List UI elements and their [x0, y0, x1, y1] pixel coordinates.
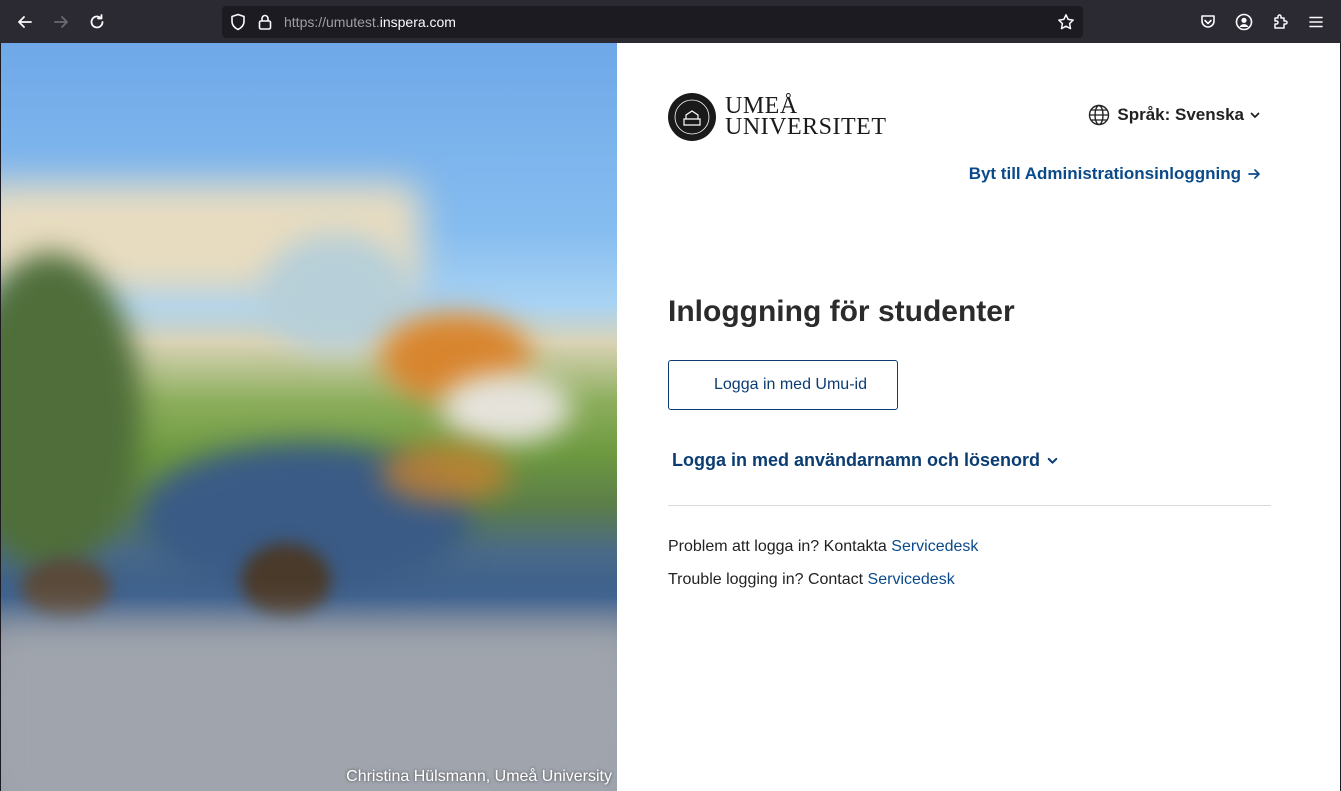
- reload-button[interactable]: [84, 9, 110, 35]
- page: Christina Hülsmann, Umeå University UMEÅ…: [1, 43, 1340, 791]
- extensions-button[interactable]: [1270, 12, 1290, 32]
- star-icon[interactable]: [1057, 13, 1075, 31]
- photo-pier: [441, 373, 571, 443]
- forward-button[interactable]: [48, 9, 74, 35]
- university-logo: UMEÅ UNIVERSITET: [668, 93, 886, 141]
- lock-icon[interactable]: [257, 13, 273, 31]
- chevron-down-icon: [1250, 112, 1260, 118]
- arrow-right-icon: [54, 16, 68, 28]
- photo-duck: [241, 543, 331, 618]
- photo-credit: Christina Hülsmann, Umeå University: [346, 768, 612, 785]
- account-button[interactable]: [1234, 12, 1254, 32]
- pocket-icon: [1201, 15, 1215, 28]
- language-label: Språk: Svenska: [1117, 105, 1244, 124]
- help-swedish-text: Problem att logga in? Kontakta: [668, 538, 887, 555]
- photo-dock: [1, 623, 617, 791]
- photo-tree: [1, 253, 141, 573]
- admin-login-link[interactable]: Byt till Administrationsinloggning: [969, 164, 1261, 184]
- help-swedish: Problem att logga in? Kontakta Servicede…: [668, 538, 978, 556]
- arrow-right-icon: [1248, 169, 1260, 179]
- photo-glass: [261, 233, 411, 353]
- seal-emblem: [674, 99, 710, 135]
- umu-id-login-button[interactable]: Logga in med Umu-id: [668, 360, 898, 410]
- help-english: Trouble logging in? Contact Servicedesk: [668, 571, 955, 589]
- url-bar[interactable]: https://umutest.inspera.com: [222, 6, 1083, 38]
- pocket-button[interactable]: [1198, 12, 1218, 32]
- arrow-left-icon: [18, 16, 32, 28]
- servicedesk-link-sv[interactable]: Servicedesk: [891, 538, 978, 555]
- divider: [668, 505, 1271, 506]
- url-text[interactable]: https://umutest.inspera.com: [284, 14, 456, 30]
- photo-reflection: [381, 443, 511, 503]
- reload-icon: [90, 14, 104, 29]
- help-english-text: Trouble logging in? Contact: [668, 571, 864, 588]
- back-button[interactable]: [12, 9, 38, 35]
- photo-duck-left: [21, 558, 111, 618]
- password-login-toggle[interactable]: Logga in med användarnamn och lösenord: [672, 450, 1059, 471]
- shield-icon[interactable]: [230, 13, 246, 31]
- hamburger-menu-icon: [1309, 16, 1323, 28]
- url-prefix: https://umutest.: [284, 14, 380, 30]
- browser-toolbar: https://umutest.inspera.com: [0, 0, 1341, 43]
- globe-icon: [1089, 104, 1110, 126]
- account-icon: [1235, 13, 1253, 31]
- url-domain: inspera.com: [379, 14, 456, 30]
- menu-button[interactable]: [1306, 12, 1326, 32]
- logo-line-2: UNIVERSITET: [725, 114, 887, 140]
- puzzle-icon: [1274, 14, 1288, 29]
- password-login-label: Logga in med användarnamn och lösenord: [672, 450, 1041, 470]
- admin-login-label: Byt till Administrationsinloggning: [968, 164, 1241, 183]
- logo-wordmark: UMEÅ UNIVERSITET: [725, 94, 887, 140]
- chevron-down-icon: [1047, 457, 1058, 464]
- login-panel: UMEÅ UNIVERSITET Språk: Svenska Byt till…: [617, 43, 1340, 791]
- university-seal-icon: [668, 93, 716, 141]
- campus-photo: Christina Hülsmann, Umeå University: [1, 43, 617, 791]
- servicedesk-link-en[interactable]: Servicedesk: [868, 571, 955, 588]
- page-title: Inloggning för studenter: [668, 295, 1015, 328]
- language-selector[interactable]: Språk: Svenska: [1088, 104, 1261, 126]
